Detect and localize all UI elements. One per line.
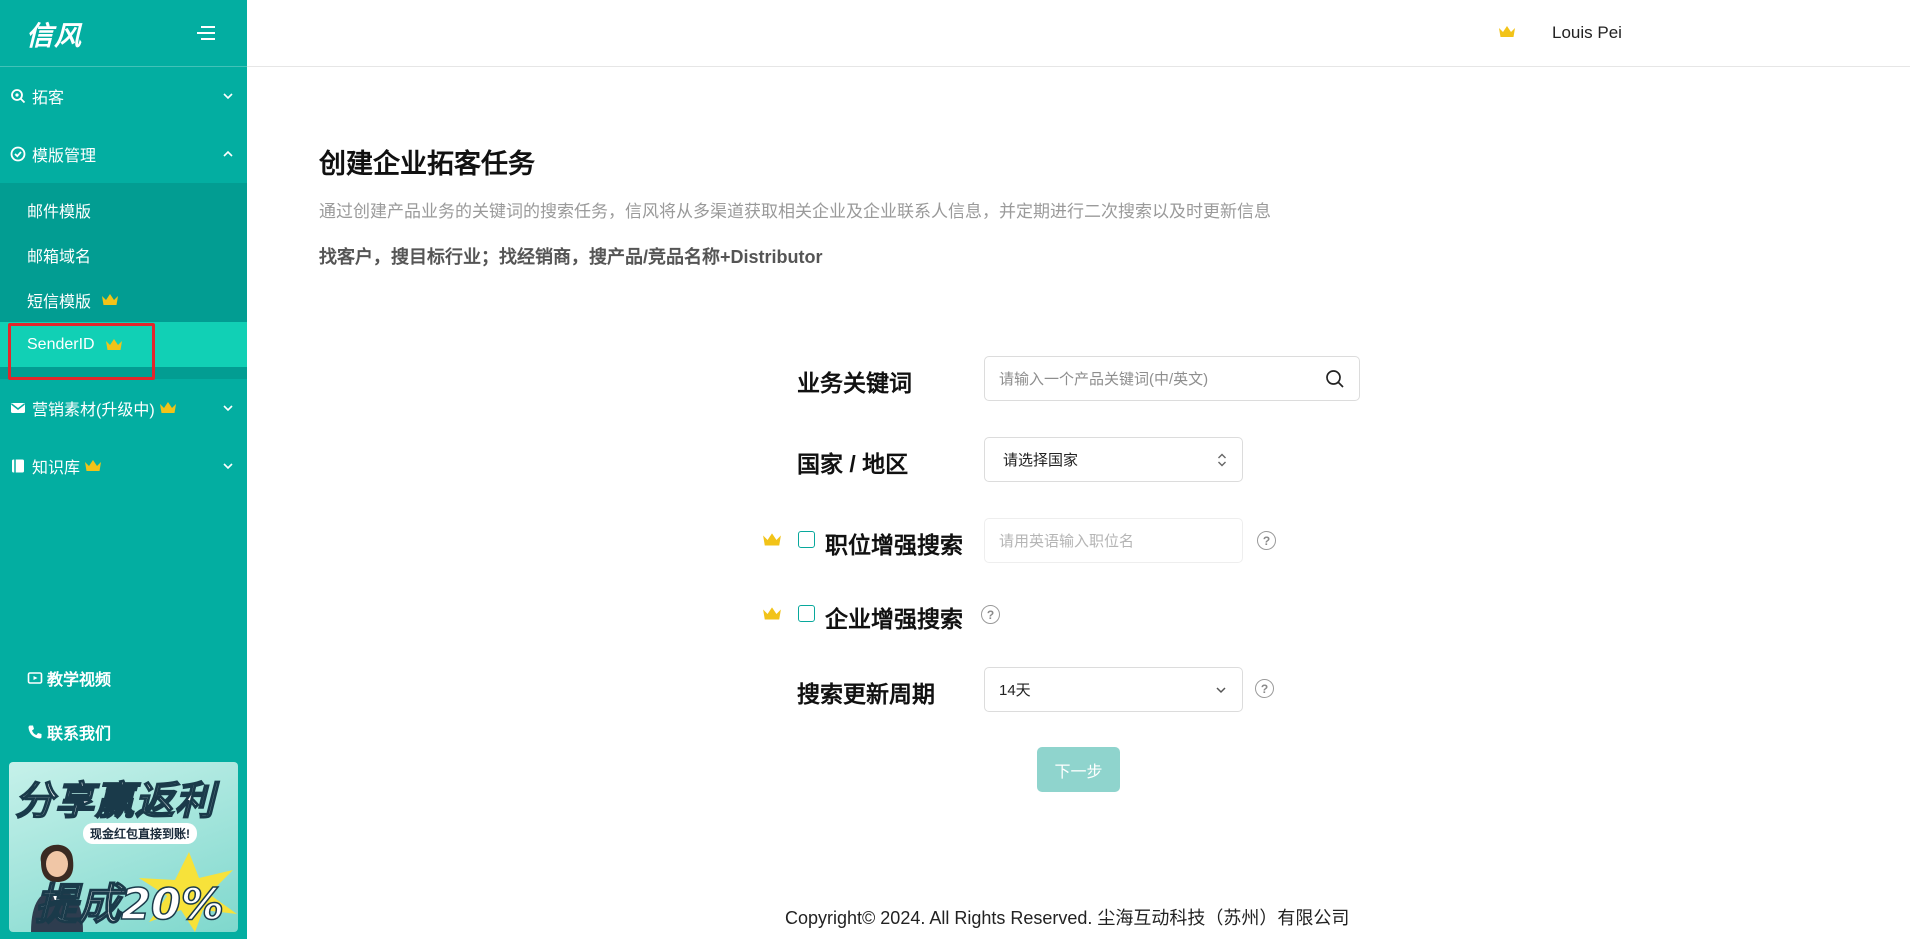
check-circle-icon xyxy=(10,146,26,162)
country-select-value: 请选择国家 xyxy=(1003,452,1079,469)
sidebar-item-email-template[interactable]: 邮件模版 xyxy=(0,187,247,232)
sidebar-item-senderid[interactable]: SenderID xyxy=(0,322,247,367)
sidebar: 信风 拓客 模版管理 邮件模版 邮箱域名 短信模版 SenderID 营销素材(… xyxy=(0,0,247,939)
promo-subtitle: 现金红包直接到账! xyxy=(83,823,197,844)
contact-us-link[interactable]: 联系我们 xyxy=(27,720,111,744)
country-label: 国家 / 地区 xyxy=(797,451,909,477)
help-icon[interactable]: ? xyxy=(981,605,1000,624)
sidebar-item-sms-template[interactable]: 短信模版 xyxy=(0,277,247,322)
search-tip: 找客户，搜目标行业；找经销商，搜产品/竞品名称+Distributor xyxy=(319,247,823,267)
update-cycle-value: 14天 xyxy=(999,682,1031,699)
page-description: 通过创建产品业务的关键词的搜索任务，信风将从多渠道获取相关企业及企业联系人信息，… xyxy=(319,202,1271,221)
country-select[interactable]: 请选择国家 xyxy=(984,437,1243,482)
sidebar-header: 信风 xyxy=(0,0,247,67)
phone-icon xyxy=(28,725,42,739)
position-search-checkbox[interactable] xyxy=(798,531,815,548)
footer-copyright: Copyright© 2024. All Rights Reserved. 尘海… xyxy=(785,908,1350,928)
crown-icon xyxy=(85,460,102,471)
sidebar-item-marketing-material[interactable]: 营销素材(升级中) xyxy=(0,379,247,437)
sidebar-item-templates[interactable]: 模版管理 xyxy=(0,125,247,183)
position-search-label: 职位增强搜索 xyxy=(825,532,963,558)
page-title: 创建企业拓客任务 xyxy=(319,149,535,179)
position-input[interactable]: 请用英语输入职位名 xyxy=(984,518,1243,563)
update-cycle-select[interactable]: 14天 xyxy=(984,667,1243,712)
tutorial-video-label: 教学视频 xyxy=(47,672,112,689)
sidebar-item-label: 模版管理 xyxy=(32,148,97,165)
sidebar-item-label: 邮件模版 xyxy=(27,203,92,221)
update-cycle-label: 搜索更新周期 xyxy=(797,681,935,707)
chevron-down-icon xyxy=(223,93,233,100)
keyword-label: 业务关键词 xyxy=(797,370,912,396)
company-search-label: 企业增强搜索 xyxy=(825,606,963,632)
app-logo[interactable]: 信风 xyxy=(26,14,82,53)
position-placeholder: 请用英语输入职位名 xyxy=(999,533,1135,550)
sidebar-item-label: 邮箱域名 xyxy=(27,248,92,266)
crown-icon xyxy=(159,402,176,413)
promo-percent: 提成20% xyxy=(34,879,224,931)
search-target-icon xyxy=(10,88,26,104)
keyword-placeholder: 请输入一个产品关键词(中/英文) xyxy=(999,371,1209,388)
keyword-input[interactable]: 请输入一个产品关键词(中/英文) xyxy=(984,356,1360,401)
top-header xyxy=(247,0,1910,67)
chevron-up-icon xyxy=(223,150,233,157)
menu-collapse-icon[interactable] xyxy=(197,26,215,40)
help-icon[interactable]: ? xyxy=(1255,679,1274,698)
search-icon[interactable] xyxy=(1325,369,1345,389)
sidebar-item-label: SenderID xyxy=(27,335,95,353)
sidebar-item-label-wrap: 营销素材(升级中) xyxy=(32,396,221,420)
crown-icon[interactable] xyxy=(1498,25,1516,39)
tutorial-video-link[interactable]: 教学视频 xyxy=(27,666,111,690)
contact-us-label: 联系我们 xyxy=(47,726,112,743)
sidebar-item-label-wrap: 知识库 xyxy=(32,454,221,478)
chevron-down-icon xyxy=(223,405,233,412)
sidebar-item-label: 知识库 xyxy=(32,460,81,477)
crown-icon xyxy=(102,293,119,305)
sidebar-item-knowledge-base[interactable]: 知识库 xyxy=(0,437,247,495)
referral-promo-banner[interactable]: 分享赢返利 现金红包直接到账! 提成20% xyxy=(9,762,238,932)
chevron-down-icon xyxy=(1216,686,1226,693)
user-name[interactable]: Louis Pei xyxy=(1552,23,1622,43)
crown-icon xyxy=(105,338,122,350)
sidebar-item-label: 拓客 xyxy=(32,90,65,107)
company-search-checkbox[interactable] xyxy=(798,605,815,622)
sidebar-item-email-domain[interactable]: 邮箱域名 xyxy=(0,232,247,277)
help-icon[interactable]: ? xyxy=(1257,531,1276,550)
sidebar-item-label: 短信模版 xyxy=(27,293,92,311)
mail-icon xyxy=(10,400,26,416)
book-icon xyxy=(10,458,26,474)
sidebar-item-tuoke[interactable]: 拓客 xyxy=(0,67,247,125)
promo-title: 分享赢返利 xyxy=(14,778,216,825)
video-icon xyxy=(27,672,43,684)
templates-submenu: 邮件模版 邮箱域名 短信模版 SenderID xyxy=(0,183,247,379)
next-step-button[interactable]: 下一步 xyxy=(1037,747,1120,792)
crown-icon xyxy=(763,607,781,620)
crown-icon xyxy=(763,533,781,546)
sort-arrows-icon xyxy=(1218,453,1226,466)
sidebar-item-label: 营销素材(升级中) xyxy=(32,402,155,419)
chevron-down-icon xyxy=(223,463,233,470)
